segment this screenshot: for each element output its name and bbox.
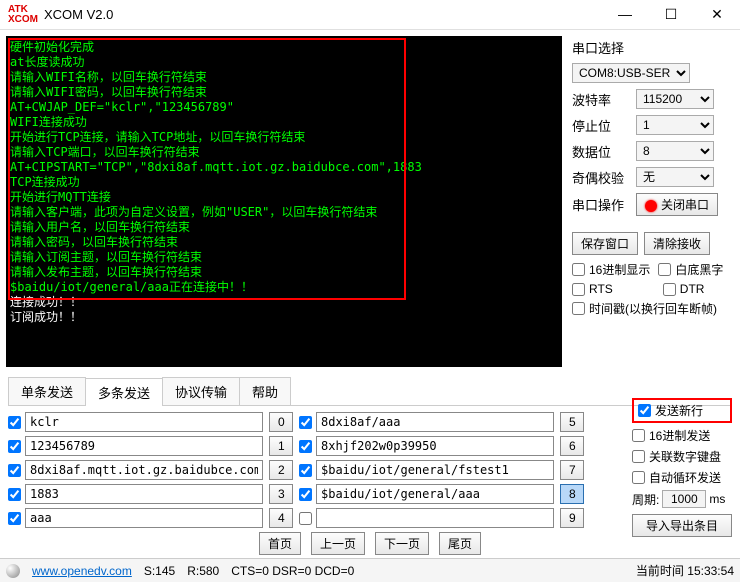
close-port-button[interactable]: 关闭串口 <box>636 193 718 216</box>
row-input-b[interactable] <box>316 412 554 432</box>
send-options-panel: 发送新行 16进制发送 关联数字键盘 自动循环发送 周期:ms 导入导出条目 <box>632 398 732 537</box>
row-checkbox-a[interactable] <box>8 464 21 477</box>
baud-select[interactable]: 115200 <box>636 89 714 109</box>
console-output: 硬件初始化完成 at长度读成功 请输入WIFI名称，以回车换行符结束 请输入WI… <box>6 36 562 367</box>
row-input-b[interactable] <box>316 436 554 456</box>
row-checkbox-a[interactable] <box>8 416 21 429</box>
stop-select[interactable]: 1 <box>636 115 714 135</box>
row-checkbox-b[interactable] <box>299 488 312 501</box>
period-input[interactable] <box>662 490 706 508</box>
row-send-a-button[interactable]: 2 <box>269 460 293 480</box>
status-recv: R:580 <box>187 564 219 578</box>
row-input-a[interactable] <box>25 484 263 504</box>
op-label: 串口操作 <box>572 195 630 214</box>
row-send-b-button[interactable]: 8 <box>560 484 584 504</box>
timestamp-checkbox[interactable] <box>572 302 585 315</box>
status-bar: www.openedv.com S:145 R:580 CTS=0 DSR=0 … <box>0 558 740 582</box>
row-checkbox-a[interactable] <box>8 488 21 501</box>
save-window-button[interactable]: 保存窗口 <box>572 232 638 255</box>
stop-label: 停止位 <box>572 116 630 135</box>
app-logo: ATKXCOM <box>8 5 38 25</box>
record-icon <box>645 200 657 212</box>
row-send-a-button[interactable]: 0 <box>269 412 293 432</box>
row-checkbox-a[interactable] <box>8 440 21 453</box>
row-send-a-button[interactable]: 3 <box>269 484 293 504</box>
rts-checkbox[interactable] <box>572 283 585 296</box>
minimize-button[interactable]: — <box>610 6 640 23</box>
send-newline-checkbox[interactable] <box>638 404 651 417</box>
row-input-a[interactable] <box>25 460 263 480</box>
nav-first-button[interactable]: 首页 <box>259 532 301 555</box>
row-checkbox-b[interactable] <box>299 464 312 477</box>
data-select[interactable]: 8 <box>636 141 714 161</box>
row-input-b[interactable] <box>316 508 554 528</box>
status-dot-icon <box>6 564 20 578</box>
row-send-a-button[interactable]: 1 <box>269 436 293 456</box>
tab-protocol[interactable]: 协议传输 <box>162 377 240 405</box>
send-row: 3 8 <box>8 484 732 504</box>
parity-select[interactable]: 无 <box>636 167 714 187</box>
white-bg-checkbox[interactable] <box>658 263 671 276</box>
row-checkbox-a[interactable] <box>8 512 21 525</box>
status-time: 15:33:54 <box>687 564 734 578</box>
row-checkbox-b[interactable] <box>299 512 312 525</box>
nav-prev-button[interactable]: 上一页 <box>311 532 365 555</box>
period-label: 周期: <box>632 491 659 508</box>
parity-label: 奇偶校验 <box>572 168 630 187</box>
row-input-b[interactable] <box>316 460 554 480</box>
send-row: 2 7 <box>8 460 732 480</box>
vendor-link[interactable]: www.openedv.com <box>32 564 132 578</box>
row-send-b-button[interactable]: 5 <box>560 412 584 432</box>
clear-receive-button[interactable]: 清除接收 <box>644 232 710 255</box>
row-send-b-button[interactable]: 9 <box>560 508 584 528</box>
tab-bar: 单条发送 多条发送 协议传输 帮助 <box>8 377 732 406</box>
row-checkbox-b[interactable] <box>299 440 312 453</box>
row-send-b-button[interactable]: 7 <box>560 460 584 480</box>
serial-settings-panel: 串口选择 COM8:USB-SERIAL 波特率 115200 停止位 1 数据位 8… <box>568 30 740 373</box>
dtr-checkbox[interactable] <box>663 283 676 296</box>
port-label: 串口选择 <box>572 38 624 57</box>
titlebar: ATKXCOM XCOM V2.0 — ☐ ✕ <box>0 0 740 30</box>
row-checkbox-b[interactable] <box>299 416 312 429</box>
maximize-button[interactable]: ☐ <box>656 6 686 23</box>
tab-multi-send[interactable]: 多条发送 <box>85 378 163 406</box>
window-title: XCOM V2.0 <box>44 7 610 22</box>
send-row: 0 5 <box>8 412 732 432</box>
autoloop-checkbox[interactable] <box>632 471 645 484</box>
import-export-button[interactable]: 导入导出条目 <box>632 514 732 537</box>
row-input-b[interactable] <box>316 484 554 504</box>
tab-help[interactable]: 帮助 <box>239 377 291 405</box>
row-input-a[interactable] <box>25 436 263 456</box>
row-input-a[interactable] <box>25 508 263 528</box>
close-button[interactable]: ✕ <box>702 6 732 23</box>
hex-display-checkbox[interactable] <box>572 263 585 276</box>
port-select[interactable]: COM8:USB-SERIAL <box>572 63 690 83</box>
nav-next-button[interactable]: 下一页 <box>375 532 429 555</box>
baud-label: 波特率 <box>572 90 630 109</box>
data-label: 数据位 <box>572 142 630 161</box>
multi-send-grid: 0 5 1 6 2 7 3 8 4 9 首页 上一页 下一页 尾页 <box>0 406 740 561</box>
nav-last-button[interactable]: 尾页 <box>439 532 481 555</box>
row-send-a-button[interactable]: 4 <box>269 508 293 528</box>
row-send-b-button[interactable]: 6 <box>560 436 584 456</box>
status-sent: S:145 <box>144 564 175 578</box>
row-input-a[interactable] <box>25 412 263 432</box>
tab-single-send[interactable]: 单条发送 <box>8 377 86 405</box>
numpad-checkbox[interactable] <box>632 450 645 463</box>
send-row: 1 6 <box>8 436 732 456</box>
send-row: 4 9 <box>8 508 732 528</box>
hex-send-checkbox[interactable] <box>632 429 645 442</box>
highlight-box-newline: 发送新行 <box>632 398 732 423</box>
status-lines: CTS=0 DSR=0 DCD=0 <box>231 564 354 578</box>
